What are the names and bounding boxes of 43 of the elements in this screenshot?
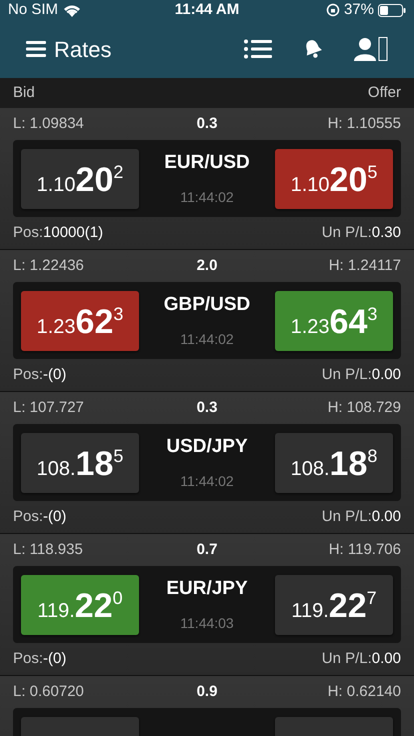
currency-pair: EUR/USD bbox=[164, 150, 250, 175]
carrier: No SIM bbox=[8, 0, 58, 20]
high-price: H: 1.24117 bbox=[328, 256, 401, 276]
quote-time: 11:44:02 bbox=[180, 472, 234, 492]
list-icon[interactable] bbox=[244, 39, 272, 59]
quote-time: 11:44:02 bbox=[180, 188, 234, 208]
battery-percent: 37% bbox=[344, 0, 374, 20]
unrealized-pl: Un P/L:0.00 bbox=[322, 506, 401, 527]
low-price: L: 118.935 bbox=[13, 540, 84, 560]
spread: 2.0 bbox=[196, 256, 218, 276]
wifi-icon bbox=[63, 4, 82, 16]
currency-pair: GBP/USD bbox=[164, 292, 250, 317]
unrealized-pl: Un P/L:0.30 bbox=[322, 222, 401, 243]
currency-pair: USD/JPY bbox=[166, 434, 248, 459]
menu-button[interactable]: Rates bbox=[26, 32, 112, 66]
low-price: L: 0.60720 bbox=[13, 682, 85, 702]
high-price: H: 108.729 bbox=[326, 398, 401, 418]
unrealized-pl: Un P/L:0.00 bbox=[322, 648, 401, 669]
position: Pos:10000(1) bbox=[13, 222, 104, 243]
spread: 0.3 bbox=[196, 114, 218, 134]
spread: 0.7 bbox=[196, 540, 218, 560]
clock: 11:44 AM bbox=[174, 0, 240, 20]
offer-column-label: Offer bbox=[368, 82, 401, 103]
user-icon[interactable] bbox=[354, 37, 388, 61]
rotation-lock-icon bbox=[326, 3, 340, 17]
low-price: L: 1.22436 bbox=[13, 256, 85, 276]
low-price: L: 1.09834 bbox=[13, 114, 85, 134]
low-price: L: 107.727 bbox=[13, 398, 85, 418]
spread: 0.3 bbox=[196, 398, 218, 418]
position: Pos:-(0) bbox=[13, 506, 66, 527]
high-price: H: 119.706 bbox=[328, 540, 401, 560]
position: Pos:-(0) bbox=[13, 364, 66, 385]
bid-column-label: Bid bbox=[13, 82, 35, 103]
quote-time: 11:44:02 bbox=[180, 330, 234, 350]
menu-icon bbox=[26, 41, 46, 57]
spread: 0.9 bbox=[196, 682, 218, 702]
quote-time: 11:44:03 bbox=[180, 614, 234, 634]
high-price: H: 0.62140 bbox=[326, 682, 401, 702]
battery-icon bbox=[378, 4, 406, 16]
position: Pos:-(0) bbox=[13, 648, 66, 669]
currency-pair: EUR/JPY bbox=[166, 576, 248, 601]
unrealized-pl: Un P/L:0.00 bbox=[322, 364, 401, 385]
high-price: H: 1.10555 bbox=[326, 114, 401, 134]
